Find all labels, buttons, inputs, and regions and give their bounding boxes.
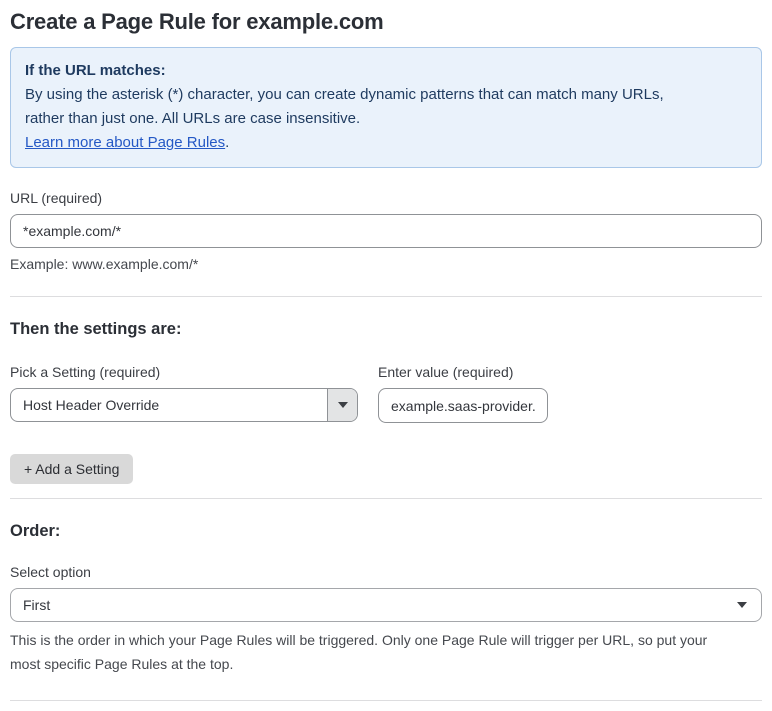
learn-more-link[interactable]: Learn more about Page Rules — [25, 134, 225, 151]
divider — [10, 498, 762, 499]
url-match-info-box: If the URL matches: By using the asteris… — [10, 47, 762, 168]
setting-select[interactable]: Host Header Override — [10, 388, 358, 422]
divider — [10, 700, 762, 701]
setting-value-label: Enter value (required) — [378, 364, 514, 380]
url-input[interactable] — [10, 214, 762, 248]
info-box-heading: If the URL matches: — [25, 62, 166, 79]
settings-row: Pick a Setting (required) Host Header Ov… — [10, 342, 762, 423]
order-help-text: This is the order in which your Page Rul… — [10, 628, 762, 676]
info-box-body-line: By using the asterisk (*) character, you… — [25, 86, 664, 103]
page-rule-form: Create a Page Rule for example.com If th… — [0, 0, 772, 711]
setting-select-label: Pick a Setting (required) — [10, 364, 161, 380]
order-select-arrow — [737, 589, 761, 621]
info-box-body-line: rather than just one. All URLs are case … — [25, 110, 361, 127]
setting-select-value: Host Header Override — [23, 397, 160, 413]
setting-value-input[interactable] — [378, 388, 548, 423]
settings-section-heading: Then the settings are: — [10, 320, 182, 338]
order-section-heading: Order: — [10, 522, 61, 540]
info-box-link-row: Learn more about Page Rules. — [25, 131, 747, 155]
add-setting-button[interactable]: + Add a Setting — [10, 454, 134, 484]
setting-select-arrow-button[interactable] — [327, 389, 357, 421]
setting-select-column: Pick a Setting (required) Host Header Ov… — [10, 342, 358, 422]
order-select-value: First — [23, 597, 51, 613]
url-label: URL (required) — [10, 190, 103, 206]
chevron-down-icon — [737, 602, 747, 608]
order-select[interactable]: First — [10, 588, 762, 622]
page-title: Create a Page Rule for example.com — [10, 9, 384, 34]
chevron-down-icon — [337, 402, 348, 408]
setting-value-column: Enter value (required) — [378, 342, 548, 423]
order-select-label: Select option — [10, 564, 91, 580]
order-help-line: most specific Page Rules at the top. — [10, 656, 234, 672]
url-example-hint: Example: www.example.com/* — [10, 256, 199, 272]
link-period: . — [225, 134, 230, 151]
divider — [10, 296, 762, 297]
order-help-line: This is the order in which your Page Rul… — [10, 632, 708, 648]
